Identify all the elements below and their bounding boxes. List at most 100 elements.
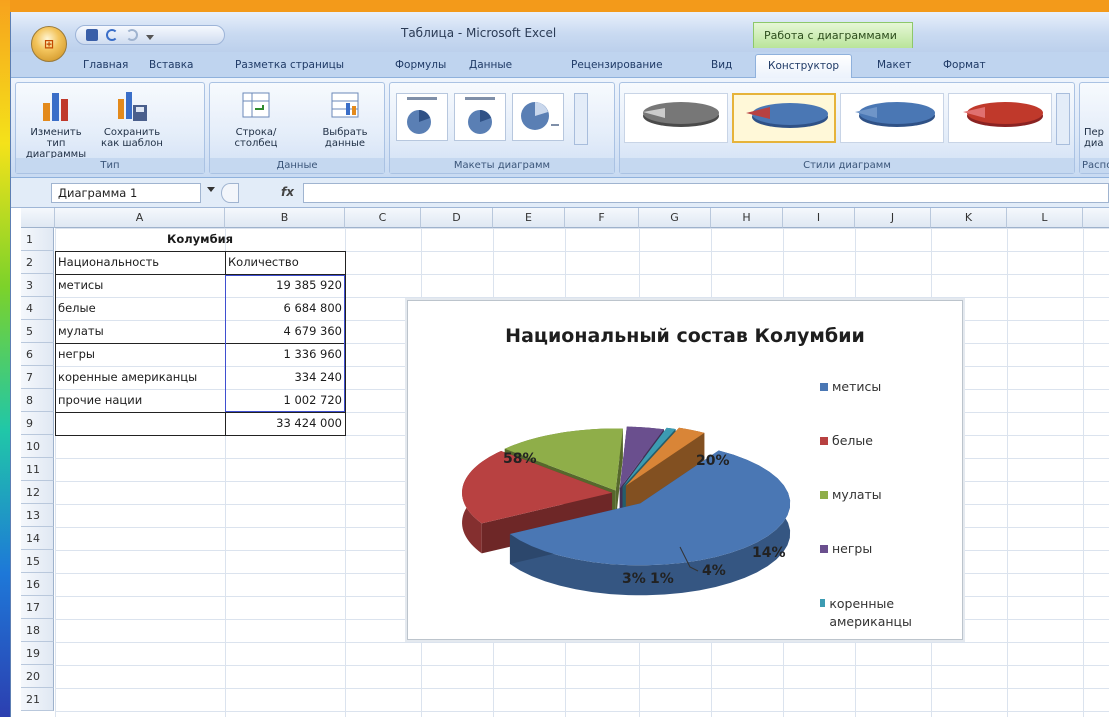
- row-header[interactable]: 10: [21, 435, 54, 458]
- row-header[interactable]: 2: [21, 251, 54, 274]
- chart-layouts-scroll[interactable]: [574, 93, 588, 145]
- total-value[interactable]: 33 424 000: [225, 412, 345, 435]
- column-header-l[interactable]: L: [1007, 208, 1083, 228]
- table-row-label[interactable]: мулаты: [55, 320, 225, 343]
- column-header-f[interactable]: F: [565, 208, 639, 228]
- column-header-k[interactable]: K: [931, 208, 1007, 228]
- row-header[interactable]: 16: [21, 573, 54, 596]
- column-header-d[interactable]: D: [421, 208, 493, 228]
- select-data-button[interactable]: Выбрать данные: [310, 89, 380, 149]
- table-row-value[interactable]: 1 002 720: [225, 389, 345, 412]
- legend-entry[interactable]: негры: [820, 541, 872, 556]
- chart-style-selected[interactable]: [732, 93, 836, 143]
- column-header-h[interactable]: H: [711, 208, 783, 228]
- group-chart-layouts: Макеты диаграмм: [389, 82, 615, 174]
- row-header[interactable]: 19: [21, 642, 54, 665]
- table-row-label[interactable]: белые: [55, 297, 225, 320]
- row-header[interactable]: 11: [21, 458, 54, 481]
- pie-chart[interactable]: Национальный состав Колумбии 58% 20% 14%…: [407, 300, 963, 640]
- row-header[interactable]: 15: [21, 550, 54, 573]
- legend-entry[interactable]: белые: [820, 433, 873, 448]
- tab-data[interactable]: Данные: [469, 59, 512, 71]
- name-box-dropdown-icon[interactable]: [207, 187, 215, 192]
- legend-entry[interactable]: коренные американцы: [820, 595, 930, 631]
- undo-icon[interactable]: [106, 29, 118, 41]
- column-header-i[interactable]: I: [783, 208, 855, 228]
- tab-design[interactable]: Конструктор: [755, 54, 853, 80]
- chart-style-gray[interactable]: [624, 93, 728, 143]
- tab-page-layout[interactable]: Разметка страницы: [235, 59, 344, 71]
- column-header-g[interactable]: G: [639, 208, 711, 228]
- column-header-m[interactable]: [1083, 208, 1109, 228]
- table-row-label[interactable]: коренные американцы: [55, 366, 227, 389]
- table-row-value[interactable]: 334 240: [225, 366, 345, 389]
- table-row-value[interactable]: 6 684 800: [225, 297, 345, 320]
- table-row-label[interactable]: метисы: [55, 274, 225, 297]
- table-row-value[interactable]: 1 336 960: [225, 343, 345, 366]
- switch-row-column-button[interactable]: Строка/столбец: [216, 89, 296, 149]
- chart-layout-3[interactable]: [512, 93, 564, 141]
- chart-layout-2[interactable]: [454, 93, 506, 141]
- formula-bar-splitter[interactable]: [221, 183, 239, 203]
- move-chart-button[interactable]: Пер диа: [1084, 127, 1109, 149]
- pie-plot-area[interactable]: [408, 301, 808, 621]
- switch-row-column-icon: [239, 89, 273, 123]
- save-icon[interactable]: [86, 29, 98, 41]
- insert-function-icon[interactable]: fx: [281, 185, 294, 199]
- row-header[interactable]: 6: [21, 343, 54, 366]
- row-header[interactable]: 5: [21, 320, 54, 343]
- column-header-e[interactable]: E: [493, 208, 565, 228]
- row-header[interactable]: 20: [21, 665, 54, 688]
- row-header[interactable]: 18: [21, 619, 54, 642]
- office-button[interactable]: ⊞: [31, 26, 67, 62]
- legend-label: коренные американцы: [829, 596, 912, 629]
- chart-style-blue[interactable]: [840, 93, 944, 143]
- chart-layout-1[interactable]: [396, 93, 448, 141]
- row-header[interactable]: 1: [21, 228, 54, 251]
- row-header[interactable]: 8: [21, 389, 54, 412]
- column-header-b[interactable]: B: [225, 208, 345, 228]
- legend-entry[interactable]: мулаты: [820, 487, 882, 502]
- table-row-label[interactable]: прочие нации: [55, 389, 225, 412]
- tab-view[interactable]: Вид: [711, 59, 732, 71]
- sheet-title-cell[interactable]: Колумбия: [55, 228, 345, 251]
- row-header[interactable]: 4: [21, 297, 54, 320]
- formula-input[interactable]: [303, 183, 1109, 203]
- data-label: 20%: [696, 453, 730, 469]
- row-header[interactable]: 17: [21, 596, 54, 619]
- legend-swatch: [820, 491, 828, 499]
- row-header[interactable]: 12: [21, 481, 54, 504]
- chart-style-red[interactable]: [948, 93, 1052, 143]
- name-box[interactable]: Диаграмма 1: [51, 183, 201, 203]
- header-nationality[interactable]: Национальность: [55, 251, 225, 274]
- save-as-template-button[interactable]: Сохранить как шаблон: [96, 89, 168, 149]
- row-header[interactable]: 14: [21, 527, 54, 550]
- group-label-data: Данные: [210, 158, 384, 173]
- tab-formulas[interactable]: Формулы: [395, 59, 446, 71]
- row-header[interactable]: 9: [21, 412, 54, 435]
- column-header-j[interactable]: J: [855, 208, 931, 228]
- select-all-corner[interactable]: [21, 208, 55, 228]
- legend-entry[interactable]: метисы: [820, 379, 881, 394]
- tab-insert[interactable]: Вставка: [149, 59, 194, 71]
- tab-review[interactable]: Рецензирование: [571, 59, 663, 71]
- tab-format[interactable]: Формат: [943, 59, 986, 71]
- redo-icon[interactable]: [126, 29, 138, 41]
- tab-layout[interactable]: Макет: [877, 59, 911, 71]
- column-header-a[interactable]: A: [55, 208, 225, 228]
- save-as-template-label: Сохранить как шаблон: [101, 127, 163, 149]
- customize-qat-icon[interactable]: [146, 34, 154, 40]
- row-header[interactable]: 21: [21, 688, 54, 711]
- table-row-value[interactable]: 4 679 360: [225, 320, 345, 343]
- table-row-label[interactable]: негры: [55, 343, 225, 366]
- table-row-value[interactable]: 19 385 920: [225, 274, 345, 297]
- row-header[interactable]: 13: [21, 504, 54, 527]
- tab-home[interactable]: Главная: [83, 59, 128, 71]
- chart-styles-scroll[interactable]: [1056, 93, 1070, 145]
- group-location: Пер диа Распол: [1079, 82, 1109, 174]
- change-chart-type-button[interactable]: Изменить тип диаграммы: [20, 89, 92, 160]
- row-header[interactable]: 3: [21, 274, 54, 297]
- row-header[interactable]: 7: [21, 366, 54, 389]
- header-quantity[interactable]: Количество: [225, 251, 345, 274]
- column-header-c[interactable]: C: [345, 208, 421, 228]
